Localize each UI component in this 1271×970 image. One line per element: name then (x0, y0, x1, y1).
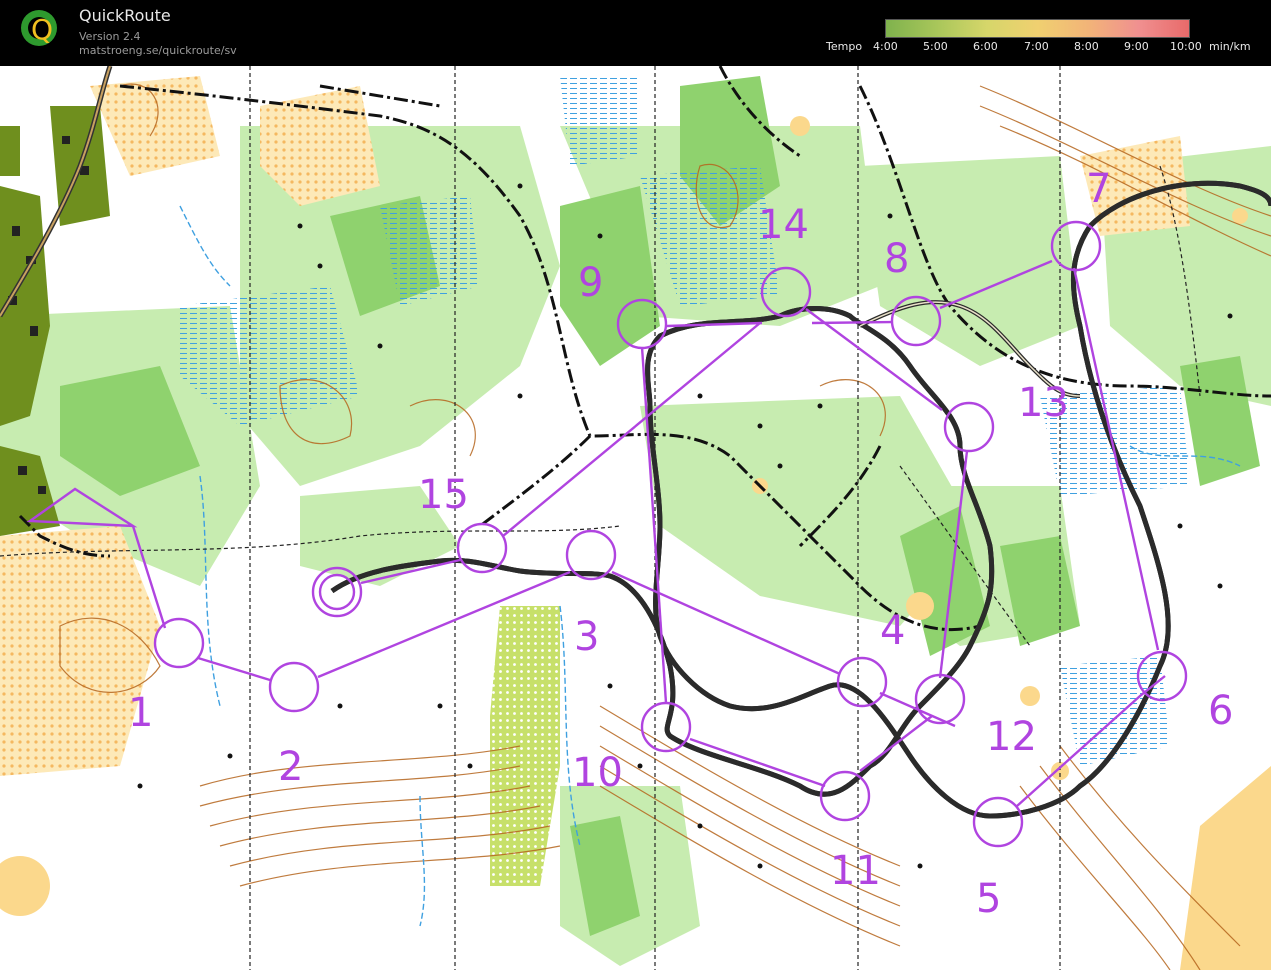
orienteering-map[interactable]: 1 2 3 4 5 6 7 8 9 10 11 12 13 14 15 (0, 66, 1271, 970)
control-number-10: 10 (572, 750, 623, 796)
tempo-tick: 5:00 (923, 40, 948, 53)
app-url: matstroeng.se/quickroute/sv (79, 44, 237, 57)
control-number-2: 2 (278, 744, 303, 790)
tempo-color-scale (885, 19, 1190, 38)
control-number-5: 5 (976, 876, 1001, 922)
tempo-legend: Tempo 4:00 5:00 6:00 7:00 8:00 9:00 10:0… (826, 40, 1266, 54)
control-number-7: 7 (1086, 166, 1111, 212)
tempo-tick: 10:00 (1170, 40, 1202, 53)
control-number-9: 9 (578, 260, 603, 306)
tempo-tick: 8:00 (1074, 40, 1099, 53)
quickroute-logo: Q (21, 10, 57, 46)
logo-letter: Q (31, 13, 53, 46)
tempo-tick: 6:00 (973, 40, 998, 53)
app-version: Version 2.4 (79, 30, 141, 43)
control-number-4: 4 (880, 608, 905, 654)
control-number-14: 14 (758, 202, 809, 248)
control-number-3: 3 (574, 614, 599, 660)
tempo-label: Tempo (826, 40, 863, 53)
control-number-13: 13 (1018, 380, 1069, 426)
app-header: Q QuickRoute Version 2.4 matstroeng.se/q… (0, 0, 1271, 66)
app-title: QuickRoute (79, 6, 171, 25)
control-number-11: 11 (830, 848, 881, 894)
control-number-8: 8 (884, 236, 909, 282)
control-number-1: 1 (128, 690, 153, 736)
control-number-12: 12 (986, 714, 1037, 760)
map-canvas[interactable]: 1 2 3 4 5 6 7 8 9 10 11 12 13 14 15 (0, 66, 1271, 970)
control-number-6: 6 (1208, 688, 1233, 734)
tempo-tick: 7:00 (1024, 40, 1049, 53)
tempo-tick: 4:00 (873, 40, 898, 53)
tempo-tick: 9:00 (1124, 40, 1149, 53)
control-number-15: 15 (418, 472, 469, 518)
tempo-unit: min/km (1209, 40, 1251, 53)
